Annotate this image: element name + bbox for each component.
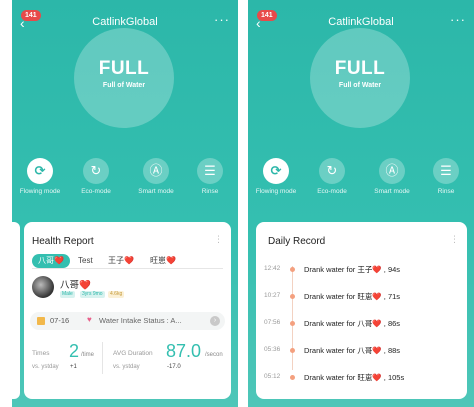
stats-divider [102,342,103,374]
record-text: Drank water for 旺崽❤️ , 71s [304,292,401,301]
mode-selector: ⟳ Flowing mode ↻ Eco-mode Ⓐ Smart mode ☰… [12,158,238,202]
mode-label: Flowing mode [255,188,297,195]
timeline-dot [290,375,295,380]
tabs-divider [32,268,223,269]
timeline-dot [290,294,295,299]
flowing-mode-icon: ⟳ [263,158,289,184]
chevron-right-icon[interactable]: › [210,316,220,326]
duration-unit: /secon [205,352,223,358]
record-text: Drank water for 王子❤️ , 94s [304,265,401,274]
duration-vs-label: vs. ystday [113,364,140,370]
calendar-icon [37,317,45,325]
more-options-icon[interactable]: ··· [214,12,230,27]
pet-name: 八哥❤️ [60,280,91,291]
duration-label: AVG Duration [113,350,153,357]
record-time: 07:56 [264,319,281,326]
pet-tab-1[interactable]: 八哥❤️ [32,254,70,268]
card-menu-icon[interactable]: ⋮ [214,234,223,245]
record-text: Drank water for 八哥❤️ , 86s [304,319,401,328]
record-row: 12:42 Drank water for 王子❤️ , 94s [256,259,467,279]
timeline-dot [290,348,295,353]
record-text: Drank water for 旺崽❤️ , 105s [304,373,405,382]
mode-rinse-button[interactable]: ☰ Rinse [419,158,473,195]
record-row: 10:27 Drank water for 旺崽❤️ , 71s [256,286,467,306]
app-title: CatlinkGlobal [92,16,158,28]
eco-mode-icon: ↻ [319,158,345,184]
mode-rinse-button[interactable]: ☰ Rinse [183,158,237,195]
age-tag: 3yrs 9mo [80,291,105,298]
previous-card-peek[interactable] [12,222,20,399]
app-title: CatlinkGlobal [328,16,394,28]
card-title: Daily Record [268,236,326,247]
pet-avatar [32,276,54,298]
mode-smart-button[interactable]: Ⓐ Smart mode [129,158,183,195]
water-status-circle: FULL Full of Water [74,28,174,128]
mode-label: Rinse [437,188,455,195]
gender-tag: Male [60,291,75,298]
record-time: 10:27 [264,292,281,299]
mode-label: Eco-mode [81,188,111,195]
mode-flowing-button[interactable]: ⟳ Flowing mode [13,158,67,195]
mode-label: Eco-mode [317,188,347,195]
status-main-text: FULL [98,58,150,79]
mode-eco-button[interactable]: ↻ Eco-mode [305,158,359,195]
mode-label: Smart mode [374,188,410,195]
record-time: 05:12 [264,373,281,380]
rinse-icon: ☰ [197,158,223,184]
flowing-mode-icon: ⟳ [27,158,53,184]
record-row: 07:56 Drank water for 八哥❤️ , 86s [256,313,467,333]
duration-delta: -17.0 [167,364,181,370]
status-main-text: FULL [334,58,386,79]
pet-tabs: 八哥❤️ Test 王子❤️ 旺崽❤️ [32,254,223,268]
mode-selector: ⟳ Flowing mode ↻ Eco-mode Ⓐ Smart mode ☰… [248,158,474,202]
status-sub-text: Full of Water [338,82,382,89]
timeline-dot [290,321,295,326]
card-title: Health Report [32,236,94,247]
timeline-dot [290,267,295,272]
record-row: 05:12 Drank water for 旺崽❤️ , 105s [256,367,467,387]
phone-screen-daily-record: ‹ 141 CatlinkGlobal ··· FULL Full of Wat… [248,0,474,407]
more-options-icon[interactable]: ··· [450,12,466,27]
mode-flowing-button[interactable]: ⟳ Flowing mode [249,158,303,195]
mode-eco-button[interactable]: ↻ Eco-mode [69,158,123,195]
rinse-icon: ☰ [433,158,459,184]
smart-mode-icon: Ⓐ [143,158,169,184]
record-row: 05:36 Drank water for 八哥❤️ , 88s [256,340,467,360]
record-time: 12:42 [264,265,281,272]
smart-mode-icon: Ⓐ [379,158,405,184]
record-time: 05:36 [264,346,281,353]
times-unit: /time [81,352,95,358]
record-text: Drank water for 八哥❤️ , 88s [304,346,401,355]
times-value: 2 [69,341,80,361]
card-menu-icon[interactable]: ⋮ [450,234,459,245]
times-delta: +1 [70,364,77,370]
pet-tab-3[interactable]: 王子❤️ [108,254,134,268]
status-sub-text: Full of Water [102,82,146,89]
intake-status-label: Water Intake Status : A... [99,316,182,325]
mode-label: Smart mode [138,188,174,195]
pet-tab-4[interactable]: 旺崽❤️ [150,254,176,268]
mode-label: Rinse [201,188,219,195]
health-report-card: Health Report ⋮ 八哥❤️ Test 王子❤️ 旺崽❤️ 八哥❤️… [24,222,231,399]
times-vs-label: vs. ystday [32,364,59,370]
weight-tag: 4.6kg [108,291,125,298]
phone-screen-health-report: ‹ 141 CatlinkGlobal ··· FULL Full of Wat… [12,0,238,407]
mode-smart-button[interactable]: Ⓐ Smart mode [365,158,419,195]
daily-record-card: Daily Record ⋮ 12:42 Drank water for 王子❤… [256,222,467,399]
heart-icon: ♥ [87,315,92,324]
water-status-circle: FULL Full of Water [310,28,410,128]
mode-label: Flowing mode [19,188,61,195]
pet-tab-2[interactable]: Test [78,254,93,268]
eco-mode-icon: ↻ [83,158,109,184]
water-intake-status-bar[interactable]: 07-16 ♥ Water Intake Status : A... › [30,312,225,330]
times-label: Times [32,350,50,357]
report-date: 07-16 [50,316,70,325]
duration-value: 87.0 [166,341,202,361]
